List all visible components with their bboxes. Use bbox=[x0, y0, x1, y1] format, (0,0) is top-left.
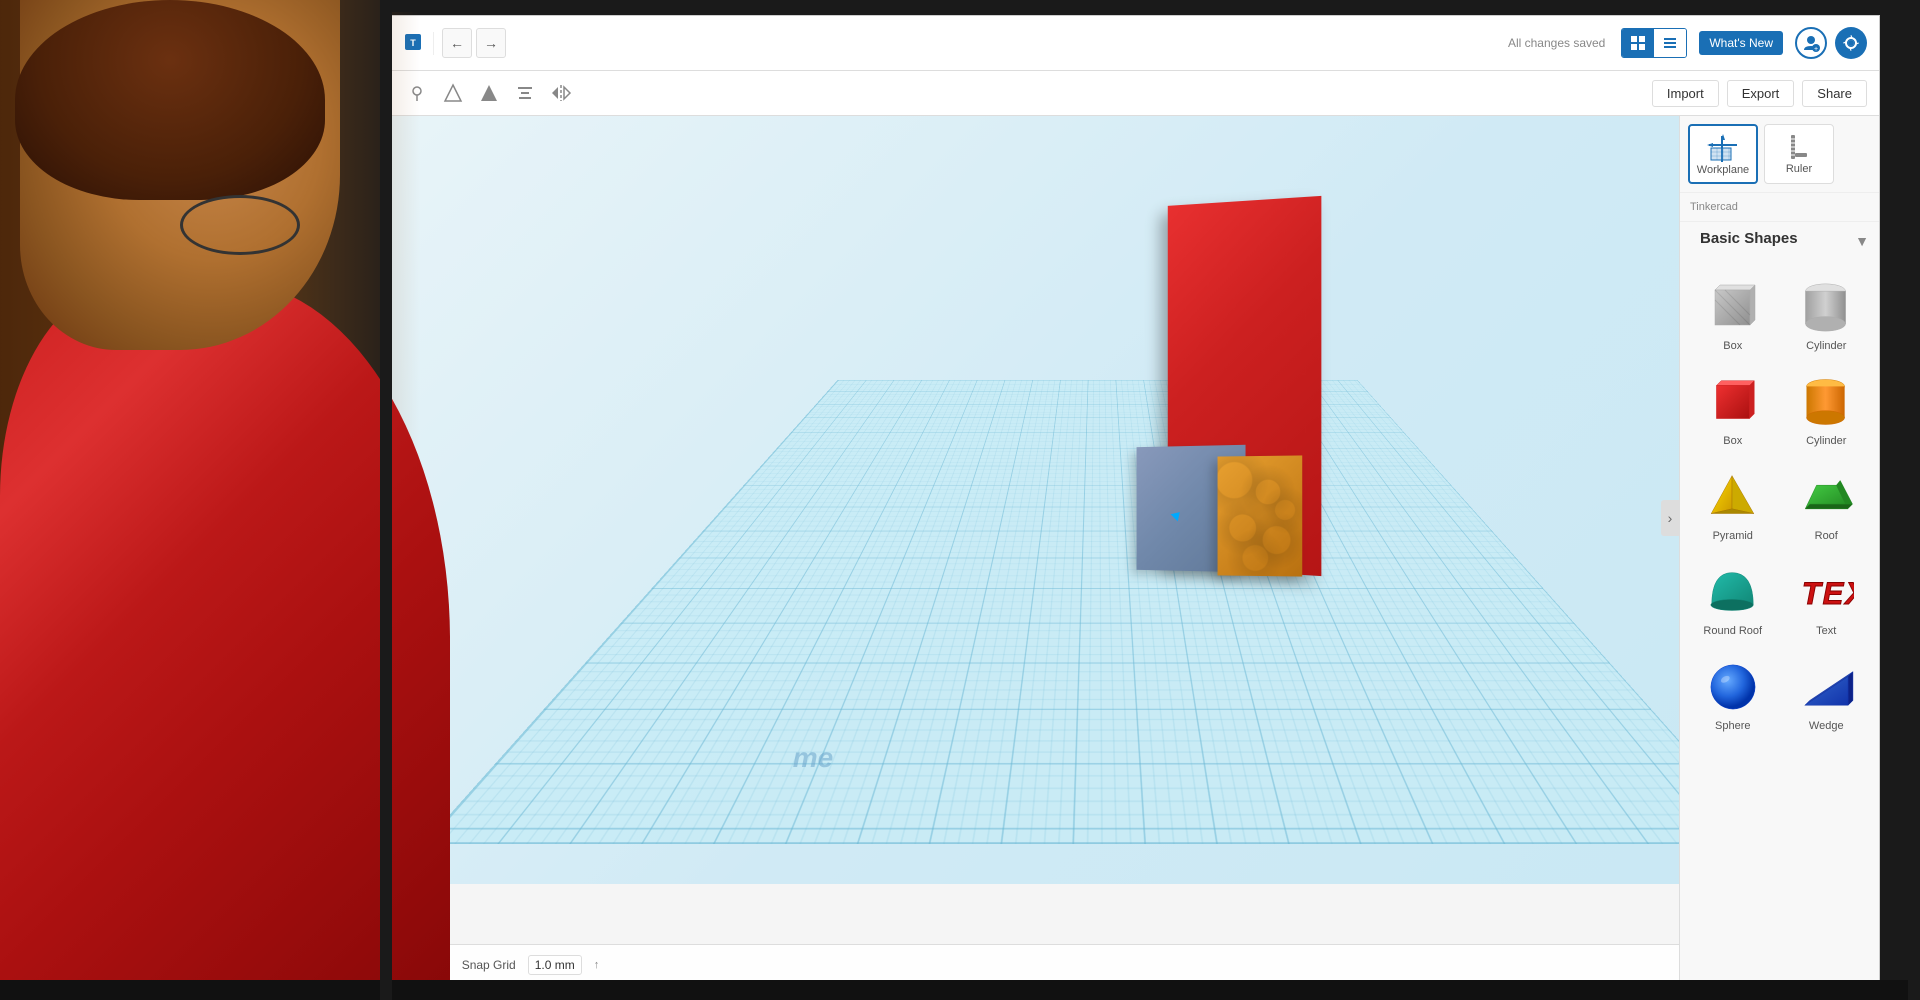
tinkercad-container: T ← → All changes saved bbox=[390, 15, 1880, 985]
nav-icons: ← → bbox=[442, 28, 506, 58]
grid-floor bbox=[423, 380, 1771, 844]
cylinder-gray-label: Cylinder bbox=[1806, 340, 1846, 352]
user-button[interactable]: + bbox=[1795, 27, 1827, 59]
person-hair bbox=[15, 0, 325, 200]
pyramid-yellow-icon bbox=[1703, 467, 1763, 527]
action-buttons: Import Export Share bbox=[1652, 80, 1867, 107]
top-bezel bbox=[380, 0, 1920, 12]
svg-text:+: + bbox=[1814, 46, 1818, 52]
save-status: All changes saved bbox=[1508, 36, 1605, 50]
person-glasses bbox=[180, 195, 300, 255]
shape-cylinder-gray[interactable]: Cylinder bbox=[1782, 269, 1872, 360]
shape-sphere[interactable]: Sphere bbox=[1688, 649, 1778, 740]
triangle-filled-tool[interactable] bbox=[475, 79, 503, 107]
snap-grid-label: Snap Grid bbox=[462, 958, 516, 972]
tool-section: Workplane bbox=[1680, 116, 1879, 193]
round-roof-label: Round Roof bbox=[1703, 625, 1762, 637]
shape-cylinder-orange[interactable]: Cylinder bbox=[1782, 364, 1872, 455]
svg-text:T: T bbox=[410, 38, 416, 48]
cylinder-orange-label: Cylinder bbox=[1806, 435, 1846, 447]
app-logo-text: T bbox=[403, 32, 423, 55]
mirror-tool[interactable] bbox=[547, 79, 575, 107]
pyramid-yellow-label: Pyramid bbox=[1713, 530, 1753, 542]
shape-box-gray[interactable]: Box bbox=[1688, 269, 1778, 360]
box-red-label: Box bbox=[1723, 435, 1742, 447]
roof-green-icon bbox=[1796, 467, 1856, 527]
top-toolbar: T ← → All changes saved bbox=[391, 16, 1879, 71]
cylinder-orange-icon bbox=[1796, 372, 1856, 432]
cylinder-gray-icon bbox=[1796, 277, 1856, 337]
box-red-icon bbox=[1703, 372, 1763, 432]
workplane-tool[interactable]: Workplane bbox=[1688, 124, 1758, 184]
roof-green-label: Roof bbox=[1815, 530, 1838, 542]
sidebar-toggle[interactable]: › bbox=[1661, 500, 1679, 536]
bottom-bezel bbox=[0, 980, 1920, 1000]
3d-viewport[interactable]: me › bbox=[391, 116, 1879, 884]
round-roof-teal-icon bbox=[1703, 562, 1763, 622]
right-bezel bbox=[1908, 0, 1920, 1000]
align-tool[interactable] bbox=[511, 79, 539, 107]
snap-arrow-up: ↑ bbox=[594, 959, 600, 971]
redo-button[interactable]: → bbox=[476, 28, 506, 58]
workplane-label: Workplane bbox=[1697, 164, 1749, 176]
text-shape-icon: TEXT bbox=[1796, 562, 1856, 622]
snap-grid-value[interactable]: 1.0 mm bbox=[528, 955, 582, 975]
shape-box-red[interactable]: Box bbox=[1688, 364, 1778, 455]
sidebar-title: Basic Shapes bbox=[1690, 226, 1808, 255]
shape-roof-green[interactable]: Roof bbox=[1782, 459, 1872, 550]
list-view-button[interactable] bbox=[1654, 29, 1686, 57]
shape-round-roof[interactable]: Round Roof bbox=[1688, 554, 1778, 645]
voronoi-texture bbox=[1217, 455, 1302, 576]
tool-group-shapes bbox=[403, 79, 575, 107]
import-button[interactable]: Import bbox=[1652, 80, 1719, 107]
triangle-outline-tool[interactable] bbox=[439, 79, 467, 107]
svg-text:TEXT: TEXT bbox=[1802, 576, 1854, 611]
export-button[interactable]: Export bbox=[1727, 80, 1795, 107]
bottom-toolbar: Edit Grid Snap Grid 1.0 mm ↑ bbox=[391, 944, 1679, 984]
text-shape-label: Text bbox=[1816, 625, 1836, 637]
wedge-label: Wedge bbox=[1809, 720, 1844, 732]
ruler-tool[interactable]: Ruler bbox=[1764, 124, 1834, 184]
share-button[interactable]: Share bbox=[1802, 80, 1867, 107]
shape-wedge[interactable]: Wedge bbox=[1782, 649, 1872, 740]
logo-area: T bbox=[403, 32, 434, 55]
shapes-grid: Box bbox=[1680, 261, 1879, 748]
sidebar-dropdown-arrow[interactable]: ▼ bbox=[1855, 233, 1869, 249]
sphere-blue-icon bbox=[1703, 657, 1763, 717]
grid-view-button[interactable] bbox=[1622, 29, 1654, 57]
box-gray-icon bbox=[1703, 277, 1763, 337]
view-toggle bbox=[1621, 28, 1687, 58]
workplane-icon bbox=[1707, 132, 1739, 164]
whats-new-button[interactable]: What's New bbox=[1699, 31, 1783, 55]
tinkercad-app: T ← → All changes saved bbox=[0, 0, 1920, 1000]
secondary-toolbar: Import Export Share bbox=[391, 71, 1879, 116]
left-bezel-screen bbox=[380, 0, 392, 1000]
shapes-sidebar: Workplane bbox=[1679, 116, 1879, 984]
wedge-blue-icon bbox=[1796, 657, 1856, 717]
ruler-icon bbox=[1785, 131, 1813, 163]
shape-pyramid-yellow[interactable]: Pyramid bbox=[1688, 459, 1778, 550]
undo-button[interactable]: ← bbox=[442, 28, 472, 58]
shape-text[interactable]: TEXT Text bbox=[1782, 554, 1872, 645]
sidebar-category: Tinkercad bbox=[1680, 193, 1879, 222]
orange-voronoi-shape[interactable] bbox=[1217, 455, 1302, 576]
sphere-label: Sphere bbox=[1715, 720, 1750, 732]
settings-button[interactable] bbox=[1835, 27, 1867, 59]
ruler-label: Ruler bbox=[1786, 163, 1812, 175]
viewport-watermark: me bbox=[793, 742, 833, 774]
location-tool[interactable] bbox=[403, 79, 431, 107]
box-gray-label: Box bbox=[1723, 340, 1742, 352]
